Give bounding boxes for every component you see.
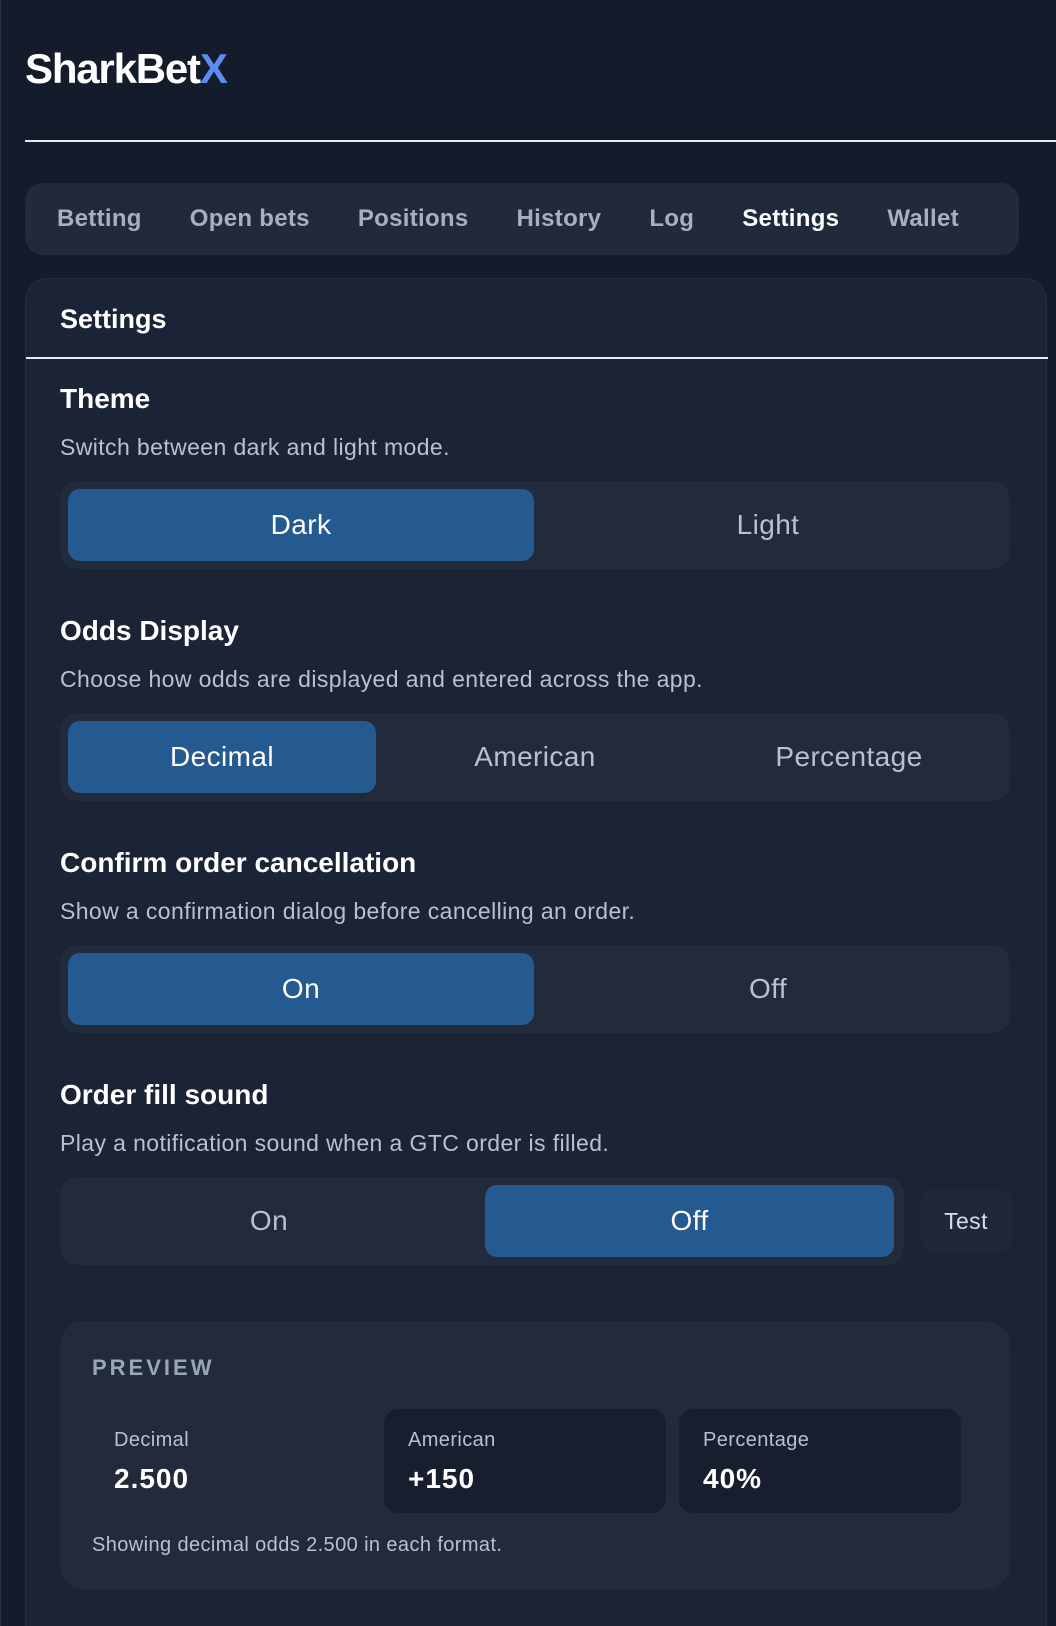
odds-display-title: Odds Display bbox=[60, 615, 239, 646]
preview-american-value: +150 bbox=[408, 1463, 476, 1494]
fill-sound-description: Play a notification sound when a GTC ord… bbox=[60, 1130, 610, 1156]
confirm-cancel-off-option[interactable]: Off bbox=[534, 953, 1002, 1025]
app-window: SharkBetX Betting Open bets Positions Hi… bbox=[0, 0, 1056, 1626]
header-divider bbox=[25, 140, 1056, 142]
tab-betting[interactable]: Betting bbox=[33, 191, 166, 247]
confirm-cancel-toggle: On Off bbox=[60, 945, 1010, 1033]
odds-percentage-option[interactable]: Percentage bbox=[694, 721, 1004, 793]
preview-american: American +150 bbox=[384, 1409, 666, 1513]
preview-heading: PREVIEW bbox=[92, 1355, 215, 1380]
odds-display-selector: Decimal American Percentage bbox=[60, 713, 1010, 801]
logo-accent: X bbox=[199, 45, 228, 92]
theme-description: Switch between dark and light mode. bbox=[60, 434, 450, 460]
preview-decimal-label: Decimal bbox=[114, 1429, 190, 1451]
odds-decimal-option[interactable]: Decimal bbox=[68, 721, 376, 793]
tab-log[interactable]: Log bbox=[625, 191, 718, 247]
tab-positions[interactable]: Positions bbox=[334, 191, 493, 247]
settings-title: Settings bbox=[60, 304, 167, 334]
fill-sound-title: Order fill sound bbox=[60, 1079, 269, 1110]
main-tabs: Betting Open bets Positions History Log … bbox=[25, 183, 1019, 255]
preview-note: Showing decimal odds 2.500 in each forma… bbox=[92, 1534, 503, 1556]
theme-dark-option[interactable]: Dark bbox=[68, 489, 534, 561]
logo-text: SharkBet bbox=[25, 45, 201, 92]
theme-light-option[interactable]: Light bbox=[534, 489, 1002, 561]
tab-open-bets[interactable]: Open bets bbox=[166, 191, 334, 247]
tab-history[interactable]: History bbox=[493, 191, 626, 247]
theme-toggle: Dark Light bbox=[60, 481, 1010, 569]
settings-card: Settings Theme Switch between dark and l… bbox=[25, 278, 1048, 1626]
preview-decimal: Decimal 2.500 bbox=[90, 1409, 372, 1513]
odds-american-option[interactable]: American bbox=[380, 721, 690, 793]
card-divider bbox=[26, 357, 1048, 359]
preview-decimal-value: 2.500 bbox=[114, 1463, 190, 1494]
theme-title: Theme bbox=[60, 383, 151, 414]
confirm-cancel-title: Confirm order cancellation bbox=[60, 847, 417, 878]
preview-percentage-label: Percentage bbox=[703, 1429, 810, 1451]
fill-sound-off-option[interactable]: Off bbox=[485, 1185, 894, 1257]
confirm-cancel-description: Show a confirmation dialog before cancel… bbox=[60, 898, 636, 924]
fill-sound-toggle: On Off bbox=[60, 1177, 904, 1265]
preview-percentage: Percentage 40% bbox=[679, 1409, 961, 1513]
tab-settings[interactable]: Settings bbox=[718, 191, 863, 247]
test-sound-button[interactable]: Test bbox=[920, 1189, 1012, 1253]
odds-preview-panel: PREVIEW Decimal 2.500 American +150 Perc… bbox=[60, 1321, 1010, 1589]
app-logo: SharkBetX bbox=[25, 44, 228, 94]
preview-american-label: American bbox=[408, 1429, 496, 1451]
fill-sound-on-option[interactable]: On bbox=[68, 1185, 470, 1257]
tab-wallet[interactable]: Wallet bbox=[863, 191, 983, 247]
odds-display-description: Choose how odds are displayed and entere… bbox=[60, 666, 703, 692]
preview-percentage-value: 40% bbox=[703, 1463, 763, 1494]
confirm-cancel-on-option[interactable]: On bbox=[68, 953, 534, 1025]
